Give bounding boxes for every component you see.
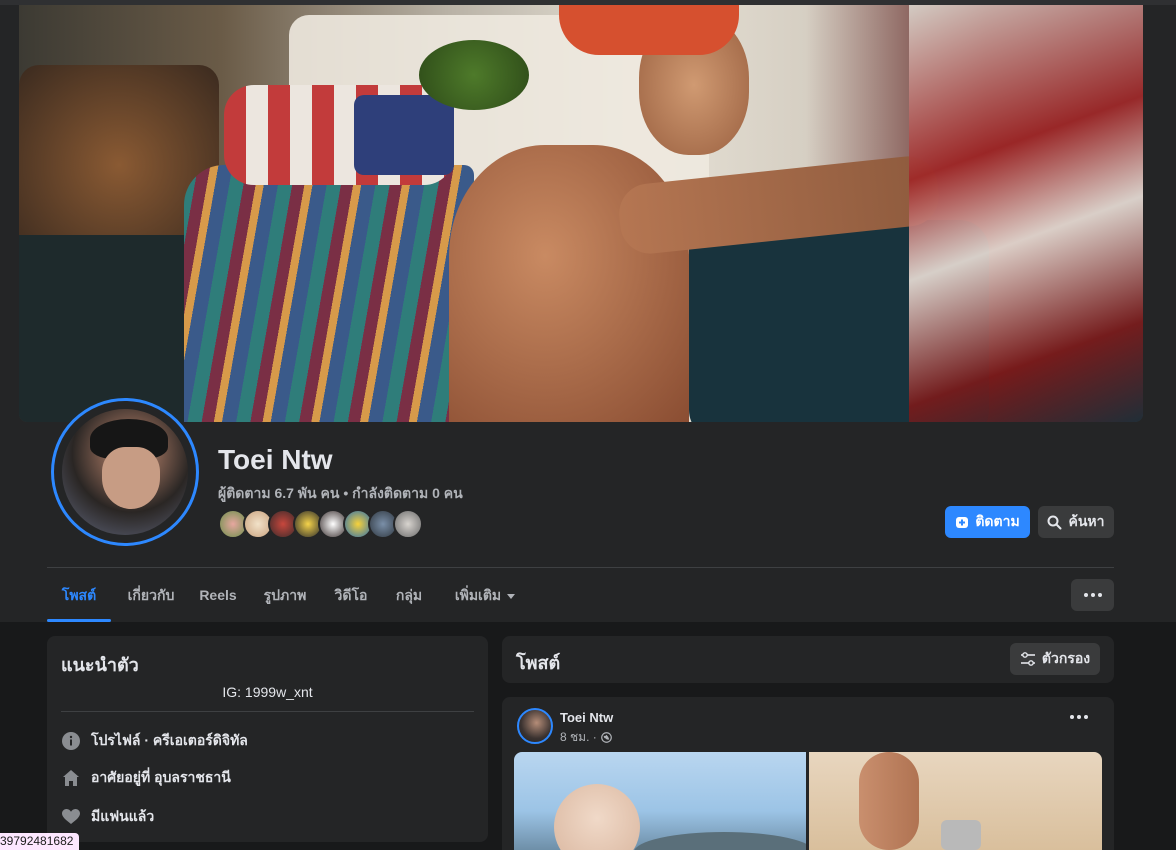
more-dot-icon (1084, 715, 1088, 719)
photo-leg-shape (859, 752, 919, 850)
photo-baby-shape (554, 784, 640, 850)
tab-about[interactable]: เกี่ยวกับ (113, 575, 189, 622)
filter-sliders-icon (1020, 652, 1035, 666)
intro-row-profile: โปรไฟล์ · ครีเอเตอร์ดิจิทัล (61, 729, 248, 753)
cover-cloth-shape (909, 5, 1143, 422)
cover-photo[interactable] (19, 5, 1143, 422)
photo-can-shape (941, 820, 981, 850)
follow-label: ติดตาม (975, 513, 1020, 529)
globe-icon (600, 732, 612, 743)
caret-down-icon (507, 593, 516, 599)
intro-relationship-text: มีแฟนแล้ว (91, 808, 155, 824)
heart-icon (61, 807, 81, 827)
more-dot-icon (1097, 593, 1102, 597)
cover-blanket-shape (184, 165, 474, 422)
cover-flag-canton-shape (354, 95, 454, 175)
cover-dash-shape (19, 235, 189, 422)
follower-avatar[interactable] (393, 509, 423, 539)
header-divider (47, 567, 1114, 568)
search-label: ค้นหา (1068, 513, 1105, 529)
more-options-button[interactable] (1071, 579, 1114, 611)
profile-name: Toei Ntw (218, 444, 333, 475)
tab-posts[interactable]: โพสต์ (47, 575, 111, 622)
avatar-image (62, 409, 188, 535)
post-photo[interactable] (809, 752, 1102, 850)
more-dot-icon (1083, 593, 1088, 597)
filter-button[interactable]: ตัวกรอง (1010, 643, 1100, 675)
follow-plus-icon (956, 517, 969, 528)
profile-avatar[interactable] (51, 398, 199, 546)
intro-divider (61, 711, 474, 712)
intro-bio: IG: 1999w_xnt (222, 684, 313, 700)
photo-hill-shape (634, 832, 806, 850)
profile-follow-stats[interactable]: ผู้ติดตาม 6.7 พัน คน • กำลังติดตาม 0 คน (218, 483, 463, 505)
info-icon (61, 731, 81, 751)
post-options-button[interactable] (1070, 715, 1088, 719)
tab-reels[interactable]: Reels (195, 575, 241, 622)
intro-profile-text[interactable]: โปรไฟล์ · ครีเอเตอร์ดิจิทัล (91, 730, 248, 752)
posts-title: โพสต์ (516, 653, 561, 673)
search-button[interactable]: ค้นหา (1038, 506, 1114, 538)
posts-header-card: โพสต์ ตัวกรอง (502, 636, 1114, 683)
tab-videos[interactable]: วิดีโอ (329, 575, 373, 622)
post-photo[interactable] (514, 752, 806, 850)
search-icon (1047, 515, 1062, 529)
intro-home-text[interactable]: อาศัยอยู่ที่ อุบลราชธานี (91, 767, 231, 789)
intro-card: แนะนำตัว IG: 1999w_xnt โปรไฟล์ · ครีเอเต… (47, 636, 488, 842)
tab-groups[interactable]: กลุ่ม (387, 575, 431, 622)
post-time-text[interactable]: 8 ชม. · (560, 728, 597, 747)
tab-photos[interactable]: รูปภาพ (255, 575, 315, 622)
follow-button[interactable]: ติดตาม (945, 506, 1030, 538)
avatar-face-shape (102, 447, 160, 509)
intro-row-home: อาศัยอยู่ที่ อุบลราชธานี (61, 766, 231, 790)
follower-avatars (218, 509, 438, 539)
more-dot-icon (1090, 593, 1095, 597)
post-author-name[interactable]: Toei Ntw (560, 710, 613, 725)
more-dot-icon (1077, 715, 1081, 719)
intro-row-relationship: มีแฟนแล้ว (61, 805, 154, 829)
intro-title: แนะนำตัว (61, 655, 139, 675)
post-author-avatar[interactable] (517, 708, 553, 744)
home-icon (61, 768, 81, 788)
cover-plant-shape (419, 40, 529, 110)
cover-cap-shape (559, 5, 739, 55)
tab-more[interactable]: เพิ่มเติม (445, 575, 525, 622)
corner-id-label: 39792481682 (0, 833, 80, 850)
post-card: Toei Ntw 8 ชม. · (502, 697, 1114, 850)
more-dot-icon (1070, 715, 1074, 719)
post-timestamp: 8 ชม. · (560, 728, 612, 747)
tab-more-label: เพิ่มเติม (454, 587, 502, 603)
filter-label: ตัวกรอง (1041, 650, 1091, 666)
